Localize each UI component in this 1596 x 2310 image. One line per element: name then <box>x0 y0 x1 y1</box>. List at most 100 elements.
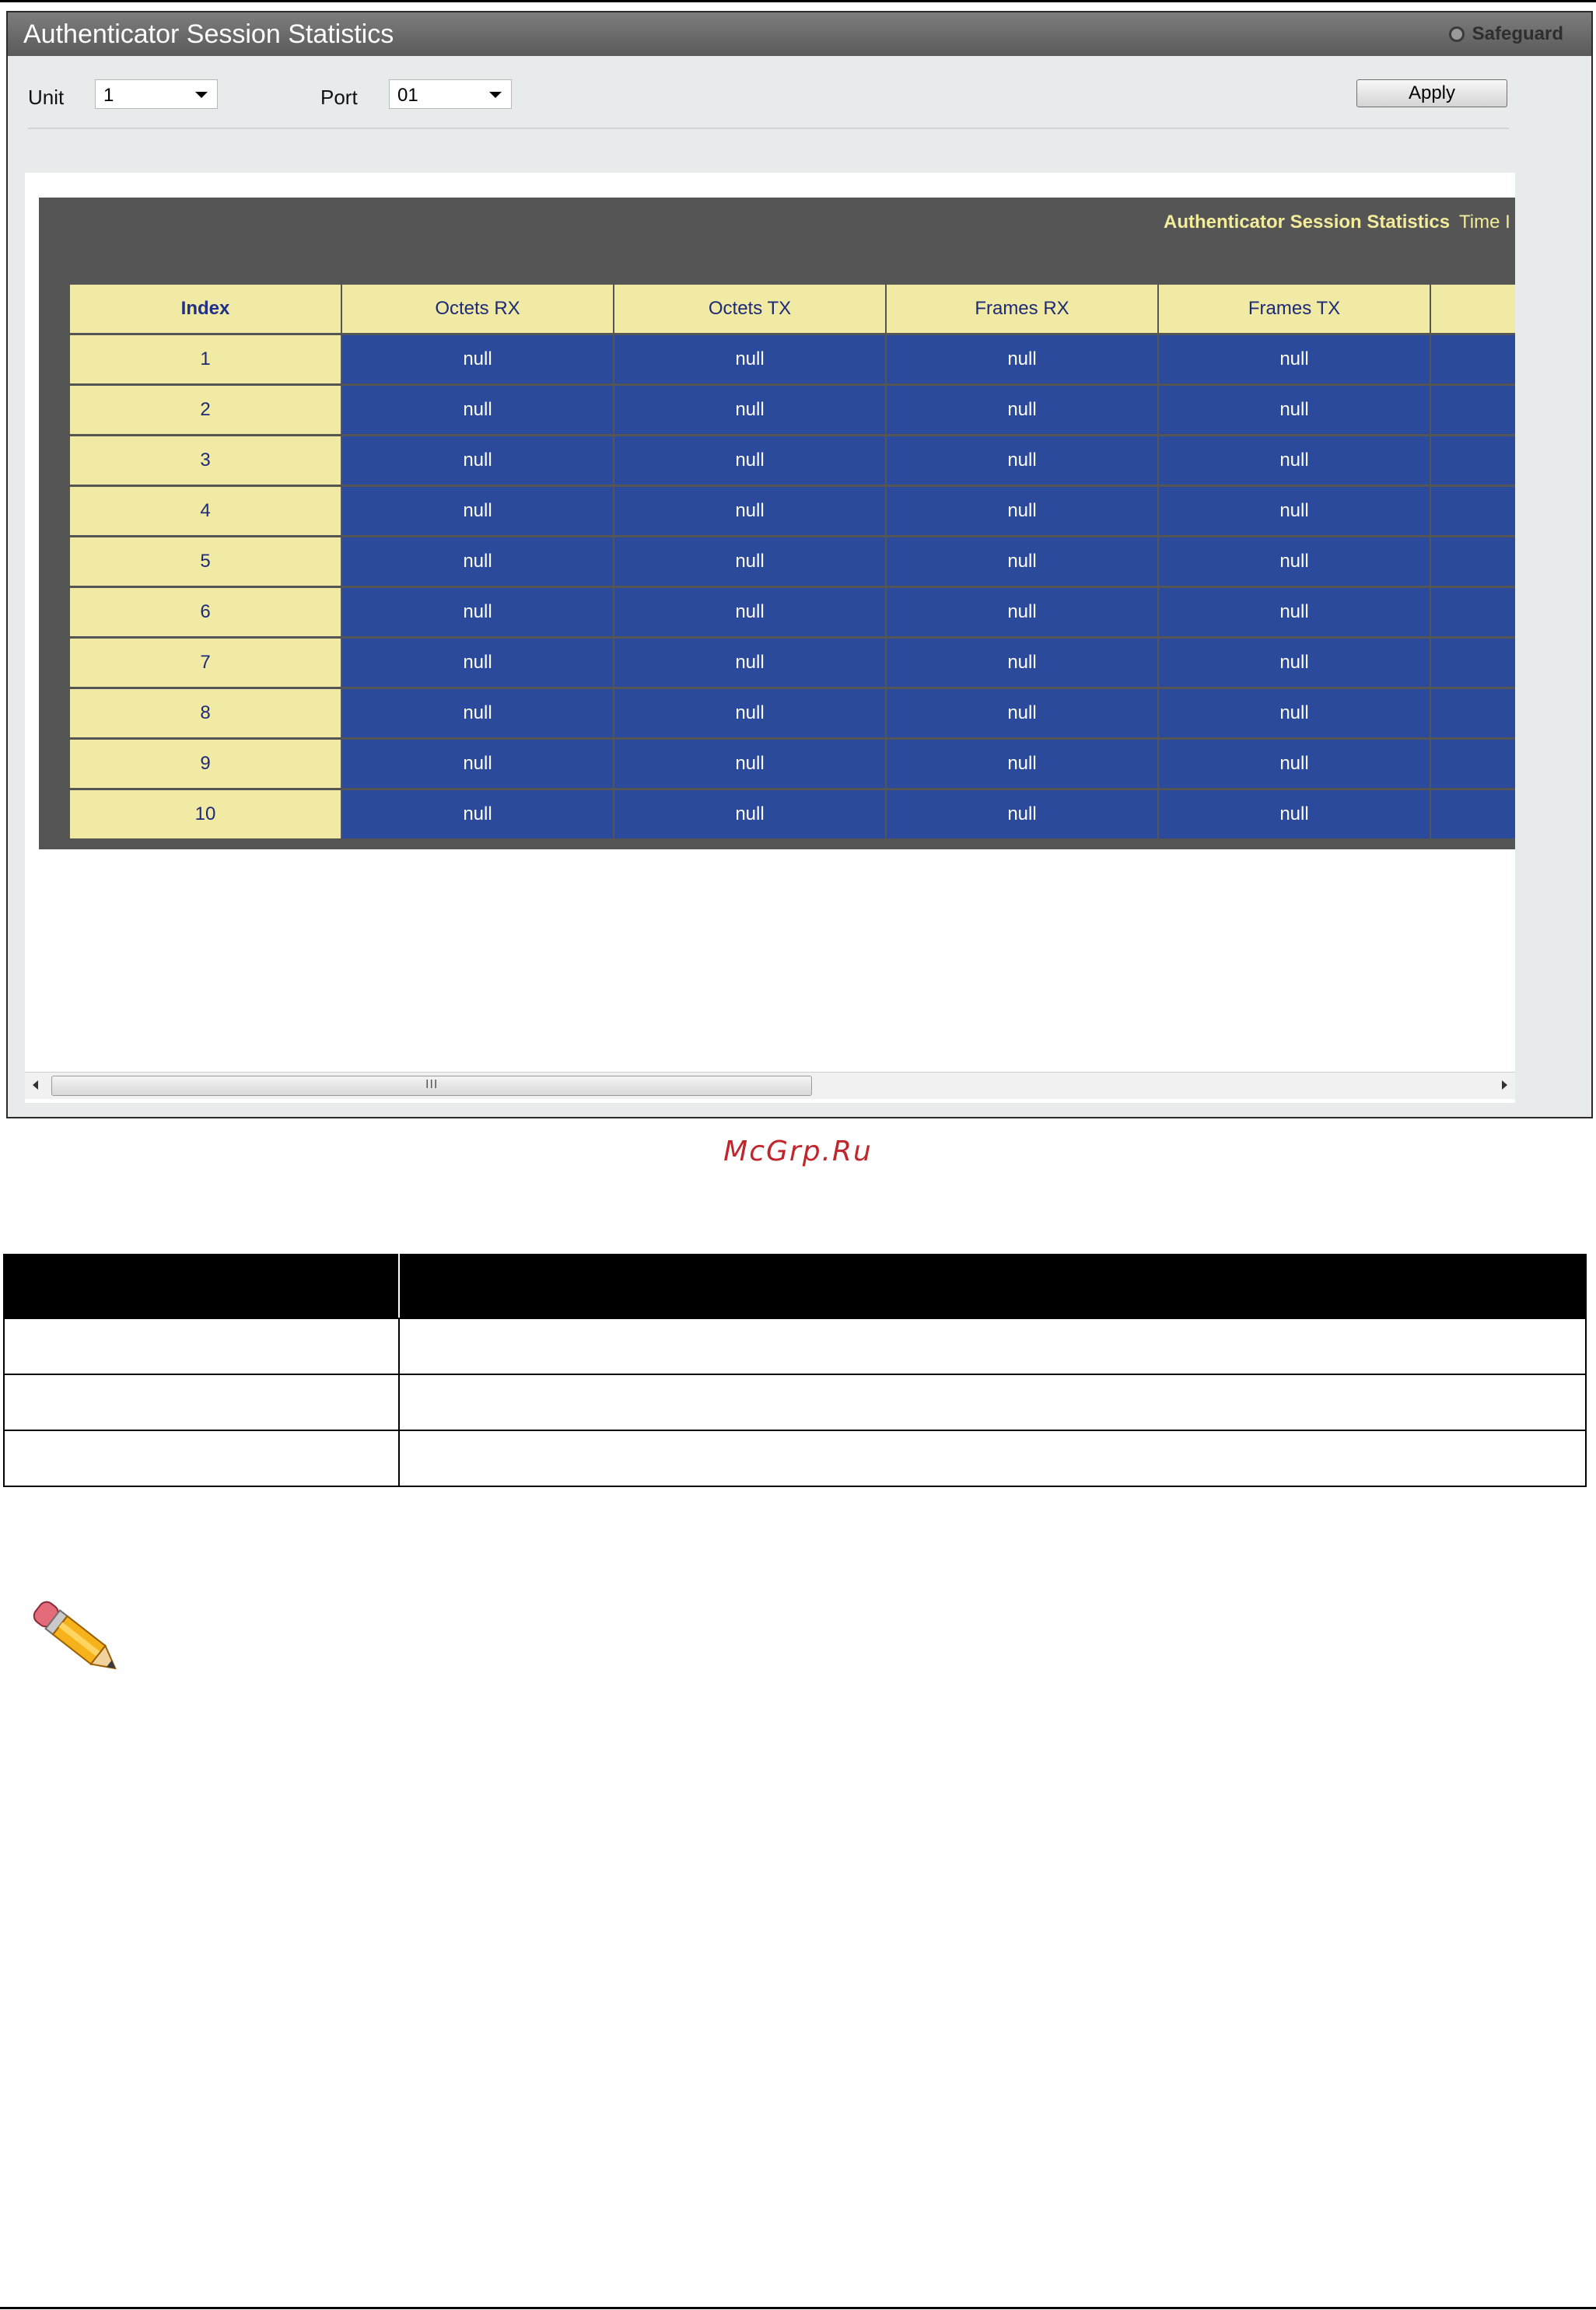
table-cell: null <box>614 436 885 485</box>
table-cell: null <box>342 487 613 535</box>
table-cell: null <box>1159 386 1430 434</box>
table-cell: null <box>887 436 1157 485</box>
description-cell <box>398 1318 1587 1375</box>
table-cell: null <box>342 588 613 636</box>
chevron-down-icon <box>489 92 502 98</box>
table-cell: null <box>887 740 1157 788</box>
table-cell: null <box>887 588 1157 636</box>
table-cell: null <box>614 386 885 434</box>
chevron-down-icon <box>195 92 208 98</box>
table-cell: null <box>342 689 613 737</box>
table-cell: null <box>1159 537 1430 586</box>
table-cell: null <box>342 386 613 434</box>
panel-time-label: Time I <box>1459 212 1510 233</box>
table-cell: null <box>342 790 613 838</box>
table-cell: null <box>887 537 1157 586</box>
table-row-index: 8 <box>70 689 341 737</box>
table-cell: null <box>614 689 885 737</box>
safeguard-indicator: Safeguard <box>1448 23 1563 45</box>
table-cell: null <box>614 588 885 636</box>
table-cell: null <box>342 639 613 687</box>
radio-dot-icon <box>1448 26 1465 42</box>
table-row <box>3 1318 1587 1375</box>
unit-select[interactable]: 1 <box>95 79 218 109</box>
table-cell: null <box>614 639 885 687</box>
table-cell: null <box>887 335 1157 383</box>
title-bar: Authenticator Session Statistics Safegua… <box>8 12 1591 56</box>
divider <box>28 128 1509 129</box>
table-cell: null <box>614 335 885 383</box>
table-row-index: 1 <box>70 335 341 383</box>
table-cell: null <box>1159 487 1430 535</box>
table-cell-truncated <box>1431 740 1515 788</box>
parameter-header <box>3 1254 400 1319</box>
watermark: McGrp.Ru <box>723 1136 873 1167</box>
table-cell-truncated <box>1431 790 1515 838</box>
table-cell: null <box>887 639 1157 687</box>
port-select-value: 01 <box>397 85 418 106</box>
table-row-index: 6 <box>70 588 341 636</box>
table-cell: null <box>887 689 1157 737</box>
table-cell: null <box>342 436 613 485</box>
unit-select-value: 1 <box>103 85 114 106</box>
table-cell: null <box>887 790 1157 838</box>
table-cell: null <box>1159 588 1430 636</box>
table-row-index: 10 <box>70 790 341 838</box>
table-cell: null <box>1159 740 1430 788</box>
parameter-cell <box>3 1318 400 1375</box>
column-header: Octets TX <box>614 285 885 333</box>
table-row-index: 7 <box>70 639 341 687</box>
statistics-frame: Authenticator Session Statistics Time I … <box>25 173 1515 1103</box>
port-label: Port <box>320 86 358 109</box>
scroll-left-icon[interactable] <box>33 1080 38 1090</box>
port-select[interactable]: 01 <box>389 79 512 109</box>
table-cell-truncated <box>1431 436 1515 485</box>
unit-label: Unit <box>28 86 65 109</box>
table-cell: null <box>614 487 885 535</box>
safeguard-label: Safeguard <box>1472 23 1563 44</box>
statistics-panel: Authenticator Session Statistics Time I … <box>39 198 1515 849</box>
parameter-cell <box>3 1374 400 1431</box>
table-cell-truncated <box>1431 487 1515 535</box>
description-header <box>398 1254 1587 1319</box>
column-header-index: Index <box>70 285 341 333</box>
pencil-icon <box>33 1601 117 1670</box>
table-row-index: 4 <box>70 487 341 535</box>
scrollbar-grip: III <box>425 1078 439 1091</box>
scrollbar-thumb[interactable]: III <box>51 1076 812 1096</box>
table-cell-truncated <box>1431 639 1515 687</box>
table-cell: null <box>1159 639 1430 687</box>
table-cell: null <box>342 740 613 788</box>
apply-button[interactable]: Apply <box>1356 79 1507 107</box>
column-header: Frames RX <box>887 285 1157 333</box>
table-cell: null <box>342 537 613 586</box>
horizontal-scrollbar[interactable]: III <box>25 1072 1515 1099</box>
column-header: Frames TX <box>1159 285 1430 333</box>
table-cell: null <box>1159 335 1430 383</box>
table-cell: null <box>1159 689 1430 737</box>
table-row <box>3 1374 1587 1431</box>
table-cell-truncated <box>1431 537 1515 586</box>
column-header: Octets RX <box>342 285 613 333</box>
table-cell: null <box>614 790 885 838</box>
table-row-index: 5 <box>70 537 341 586</box>
table-cell: null <box>887 487 1157 535</box>
scroll-right-icon[interactable] <box>1502 1080 1507 1090</box>
panel-title: Authenticator Session Statistics <box>1164 212 1451 233</box>
table-row-index: 9 <box>70 740 341 788</box>
table-cell-truncated <box>1431 689 1515 737</box>
bottom-rule <box>0 2307 1596 2309</box>
table-row <box>3 1430 1587 1487</box>
description-cell <box>398 1430 1587 1487</box>
table-cell: null <box>1159 790 1430 838</box>
table-cell-truncated <box>1431 588 1515 636</box>
table-cell: null <box>614 740 885 788</box>
table-cell: null <box>887 386 1157 434</box>
table-cell-truncated <box>1431 335 1515 383</box>
parameter-table <box>3 1254 1587 1487</box>
table-row-index: 3 <box>70 436 341 485</box>
table-cell: null <box>614 537 885 586</box>
table-header-row <box>3 1254 1587 1319</box>
table-row-index: 2 <box>70 386 341 434</box>
table-cell-truncated <box>1431 386 1515 434</box>
